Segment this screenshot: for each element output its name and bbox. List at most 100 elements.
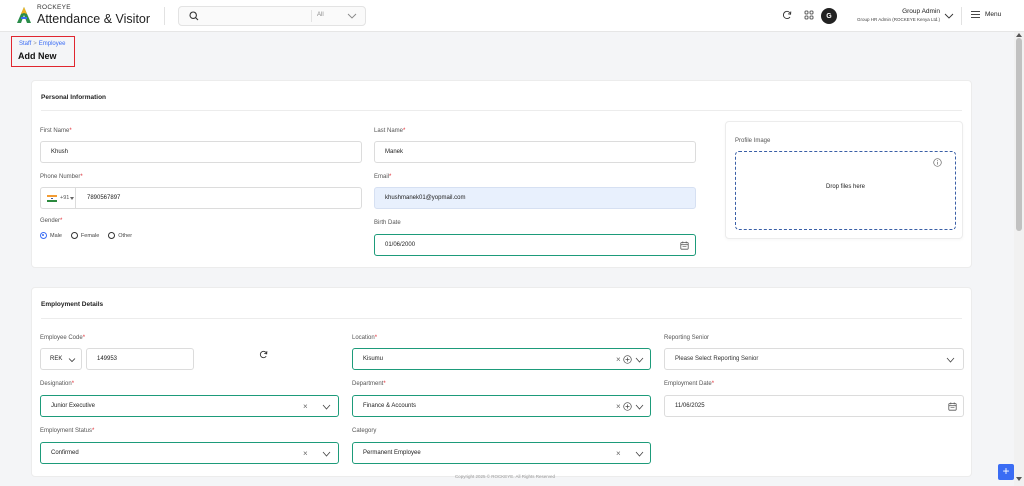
- department-select[interactable]: Finance & Accounts ×: [352, 395, 651, 417]
- rockeye-logo-icon: [17, 7, 31, 23]
- last-name-field[interactable]: Manek: [374, 141, 696, 163]
- category-select[interactable]: Permanent Employee ×: [352, 442, 651, 464]
- add-circle-icon[interactable]: [623, 402, 632, 411]
- designation-select[interactable]: Junior Executive ×: [40, 395, 339, 417]
- birth-date-value: 01/06/2000: [385, 242, 416, 248]
- clear-icon[interactable]: ×: [616, 402, 621, 411]
- gender-option-male[interactable]: Male: [40, 232, 62, 239]
- email-value: khushmanek01@yopmail.com: [385, 195, 466, 201]
- search-icon: [189, 11, 199, 21]
- phone-number-label: Phone Number*: [40, 174, 83, 180]
- first-name-label: First Name*: [40, 128, 72, 134]
- chevron-down-icon[interactable]: [70, 197, 74, 200]
- user-name[interactable]: Group Admin: [840, 8, 940, 15]
- employment-details-title: Employment Details: [41, 301, 104, 308]
- search-input[interactable]: [203, 9, 308, 23]
- location-label: Location*: [352, 335, 378, 341]
- phone-number-value: 7890567897: [87, 195, 121, 201]
- designation-label: Designation*: [40, 381, 75, 387]
- breadcrumb-staff[interactable]: Staff: [19, 41, 31, 47]
- profile-image-label: Profile Image: [735, 138, 771, 144]
- clear-icon[interactable]: ×: [303, 402, 308, 411]
- radio-selected-icon[interactable]: [40, 232, 47, 239]
- search-divider: [311, 10, 312, 22]
- phone-divider: [75, 188, 76, 208]
- app-logo[interactable]: ROCKEYE Attendance & Visitor: [16, 4, 150, 25]
- reporting-senior-select[interactable]: Please Select Reporting Senior: [664, 348, 964, 370]
- card-divider: [41, 318, 962, 319]
- header-divider: [164, 7, 165, 25]
- gender-option-other[interactable]: Other: [108, 232, 132, 239]
- page-scrollbar[interactable]: [1014, 32, 1024, 486]
- chevron-down-icon[interactable]: [946, 357, 955, 363]
- calendar-icon[interactable]: [680, 241, 689, 250]
- first-name-field[interactable]: Khush: [40, 141, 362, 163]
- apps-grid-icon[interactable]: [804, 10, 814, 20]
- gender-option-female[interactable]: Female: [70, 232, 100, 239]
- chevron-down-icon[interactable]: [635, 451, 644, 457]
- chevron-down-icon[interactable]: [347, 12, 357, 20]
- breadcrumb-separator: >: [33, 41, 37, 47]
- email-field[interactable]: khushmanek01@yopmail.com: [374, 187, 696, 209]
- employee-code-value: 149953: [97, 356, 118, 362]
- personal-information-title: Personal Information: [41, 94, 107, 101]
- profile-image-dropzone[interactable]: Drop files here: [735, 151, 956, 230]
- menu-label: Menu: [985, 11, 1002, 18]
- employment-date-value: 11/06/2025: [675, 403, 705, 409]
- breadcrumb: Staff > Employee: [19, 41, 65, 47]
- scroll-up-icon[interactable]: [1016, 33, 1022, 37]
- scrollbar-thumb[interactable]: [1016, 38, 1022, 231]
- regenerate-icon[interactable]: [259, 350, 268, 359]
- chevron-down-icon[interactable]: [322, 404, 331, 410]
- chevron-down-icon[interactable]: [635, 404, 644, 410]
- add-circle-icon[interactable]: [623, 355, 632, 364]
- footer-copyright: Copyright 2025 © ROCKEYE. All Rights Res…: [454, 474, 556, 479]
- radio-icon[interactable]: [108, 232, 116, 239]
- country-dial-code[interactable]: +91: [60, 195, 69, 201]
- clear-icon[interactable]: ×: [616, 355, 621, 364]
- employee-code-prefix-select[interactable]: REK: [40, 348, 82, 370]
- breadcrumb-employee[interactable]: Employee: [39, 41, 66, 47]
- employee-code-field[interactable]: 149953: [86, 348, 194, 370]
- birth-date-label: Birth Date: [374, 220, 401, 226]
- location-value: Kisumu: [363, 356, 384, 362]
- category-label: Category: [352, 428, 377, 434]
- gender-male-label: Male: [50, 232, 62, 239]
- calendar-icon[interactable]: [948, 402, 957, 411]
- search-scope-select[interactable]: All: [317, 12, 324, 18]
- menu-button[interactable]: Menu: [970, 10, 1001, 19]
- gender-radio-group: Male Female Other: [40, 232, 141, 239]
- email-label: Email*: [374, 174, 392, 180]
- chevron-down-icon[interactable]: [944, 12, 954, 20]
- brand-small-text: ROCKEYE: [37, 4, 71, 11]
- gender-female-label: Female: [80, 232, 100, 239]
- reporting-senior-placeholder: Please Select Reporting Senior: [675, 356, 759, 362]
- phone-number-field[interactable]: +91 7890567897: [40, 187, 362, 209]
- chevron-down-icon[interactable]: [322, 451, 331, 457]
- gender-label: Gender*: [40, 218, 63, 224]
- employment-status-label: Employment Status*: [40, 428, 95, 434]
- scroll-down-icon[interactable]: [1016, 477, 1022, 481]
- gender-other-label: Other: [118, 232, 133, 239]
- india-flag-icon[interactable]: [47, 195, 57, 202]
- employment-status-select[interactable]: Confirmed ×: [40, 442, 339, 464]
- location-select[interactable]: Kisumu ×: [352, 348, 651, 370]
- refresh-icon[interactable]: [782, 10, 792, 20]
- employment-status-value: Confirmed: [51, 450, 79, 456]
- clear-icon[interactable]: ×: [303, 449, 308, 458]
- page-title: Add New: [18, 51, 57, 61]
- clear-icon[interactable]: ×: [616, 449, 621, 458]
- employment-date-field[interactable]: 11/06/2025: [664, 395, 964, 417]
- chevron-down-icon[interactable]: [635, 357, 644, 363]
- birth-date-field[interactable]: 01/06/2000: [374, 234, 696, 256]
- reporting-senior-label: Reporting Senior: [664, 335, 710, 341]
- radio-icon[interactable]: [70, 232, 78, 239]
- add-fab-button[interactable]: +: [998, 464, 1014, 480]
- department-label: Department*: [352, 381, 386, 387]
- department-value: Finance & Accounts: [363, 403, 417, 409]
- last-name-label: Last Name*: [374, 128, 406, 134]
- designation-value: Junior Executive: [51, 403, 96, 409]
- header-divider: [961, 7, 962, 25]
- chevron-down-icon[interactable]: [68, 357, 76, 363]
- top-header: ROCKEYE Attendance & Visitor All G Group…: [0, 0, 1024, 32]
